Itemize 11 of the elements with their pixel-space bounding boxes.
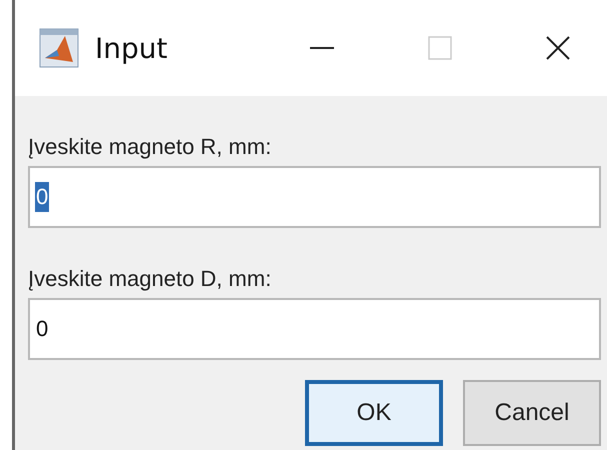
window-title: Input: [95, 32, 168, 64]
input-field[interactable]: 0: [28, 166, 601, 228]
field-label: Įveskite magneto R, mm:: [28, 134, 272, 160]
dialog-button[interactable]: Cancel: [463, 380, 601, 446]
close-icon[interactable]: [545, 35, 571, 61]
app-icon: [39, 28, 79, 68]
field-label: Įveskite magneto D, mm:: [28, 266, 272, 292]
field-value: 0: [35, 182, 50, 212]
field-value: 0: [35, 315, 50, 343]
input-field[interactable]: 0: [28, 298, 601, 360]
dialog-button[interactable]: OK: [305, 380, 443, 446]
